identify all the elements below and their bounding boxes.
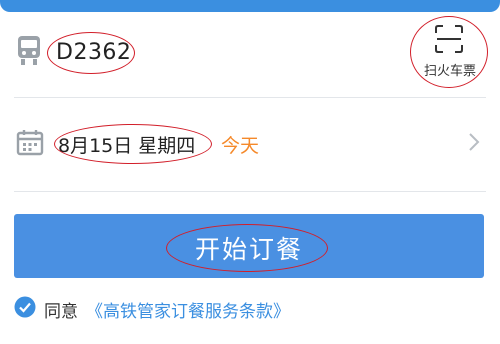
scan-label: 扫火车票 [423,64,476,79]
checkmark-icon[interactable] [14,296,36,318]
today-label: 今天 [221,135,260,157]
scan-icon [435,25,463,53]
train-icon [18,36,40,65]
chevron-right-icon[interactable] [466,131,482,153]
divider [14,191,486,192]
terms-link[interactable]: 《高铁管家订餐服务条款》 [86,297,290,322]
start-order-label: 开始订餐 [194,236,303,264]
agreement-row: 同意 《高铁管家订餐服务条款》 [14,295,494,322]
train-number-value[interactable]: D2362 [56,40,131,65]
order-card: D2362 扫火车票 8月15日 星期四 今天 开始订餐 同意 《高铁管家订餐服… [0,0,500,344]
date-value[interactable]: 8月15日 星期四 [58,131,195,158]
scan-ticket-button[interactable]: 扫火车票 [410,16,490,88]
calendar-icon [16,130,44,156]
start-order-button[interactable]: 开始订餐 [14,214,484,278]
agree-label: 同意 [44,302,78,322]
